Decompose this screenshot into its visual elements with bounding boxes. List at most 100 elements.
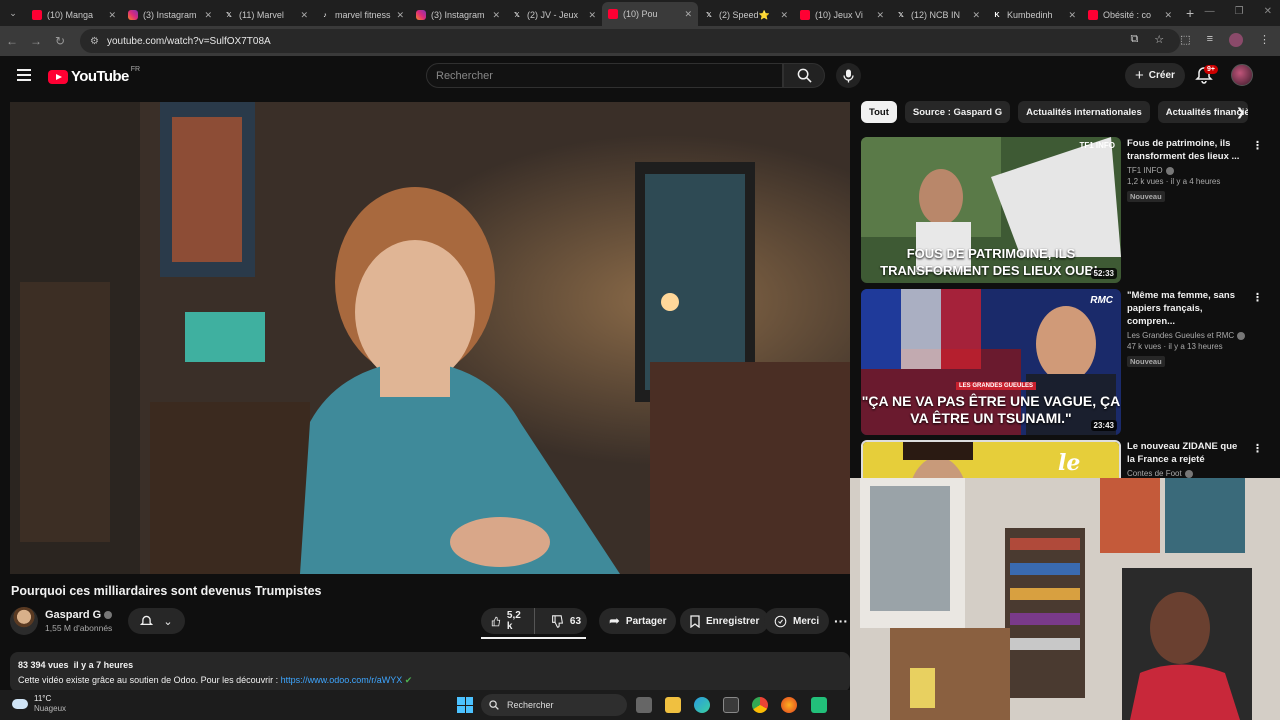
recommendation-title[interactable]: Le nouveau ZIDANE que la France a rejeté <box>1127 440 1247 466</box>
file-explorer-icon[interactable] <box>665 697 681 713</box>
close-tab-icon[interactable]: ✕ <box>396 10 404 21</box>
recommendation-title[interactable]: Fous de patrimoine, ils transforment des… <box>1127 137 1247 163</box>
task-view-icon[interactable] <box>636 697 652 713</box>
forward-icon[interactable]: → <box>24 34 48 48</box>
channel-name: Gaspard G <box>45 609 102 621</box>
thanks-button[interactable]: Merci <box>764 608 830 634</box>
taskbar-search[interactable]: Rechercher <box>481 694 627 716</box>
chrome-icon[interactable] <box>752 697 768 713</box>
filter-chip[interactable]: Tout <box>861 101 897 123</box>
browser-tab[interactable]: 𝕏 (12) NCB IN ✕ <box>890 4 986 26</box>
install-icon[interactable]: ⧉ <box>1130 33 1138 47</box>
temperature: 11°C <box>34 694 52 703</box>
filter-chip[interactable]: Actualités internationales <box>1018 101 1150 123</box>
close-window-icon[interactable]: ✕ <box>1264 6 1272 17</box>
filter-chip[interactable]: Source : Gaspard G <box>904 101 1011 123</box>
menu-icon[interactable] <box>17 69 31 81</box>
channel-avatar[interactable] <box>10 607 38 635</box>
recommendation-item[interactable]: RMC LES GRANDES GUEULES "ÇA NE VA PAS ÊT… <box>861 289 1271 435</box>
video-duration: 23:43 <box>1090 420 1117 431</box>
browser-tab[interactable]: 𝕏 (2) Speed⭐ ✕ <box>698 4 794 26</box>
weather-widget[interactable]: 11°C Nuageux <box>12 694 66 714</box>
edge-icon[interactable] <box>694 697 710 713</box>
media-control-icon[interactable]: ≡ <box>1207 33 1213 47</box>
filter-chip[interactable]: Actualités financiè <box>1157 101 1248 123</box>
address-bar[interactable]: ⚙ youtube.com/watch?v=SulfOX7T08A <box>80 29 1180 53</box>
browser-tab[interactable]: (10) Jeux Vi ✕ <box>794 4 890 26</box>
tiktok-icon: ♪ <box>323 11 327 19</box>
close-tab-icon[interactable]: ✕ <box>300 10 308 21</box>
description-box[interactable]: 83 394 vues il y a 7 heures Cette vidéo … <box>10 652 850 692</box>
chevron-right-icon[interactable]: ❯ <box>1236 106 1245 119</box>
browser-tab[interactable]: (3) Instagram ✕ <box>410 4 506 26</box>
new-tab-button[interactable]: + <box>1186 5 1194 21</box>
browser-tab[interactable]: 𝕏 (11) Marvel ✕ <box>218 4 314 26</box>
search-button[interactable] <box>783 63 825 88</box>
site-info-icon[interactable]: ⚙ <box>90 36 99 47</box>
tab-search-menu[interactable]: ⌄ <box>0 0 26 26</box>
voice-search-button[interactable] <box>836 63 861 88</box>
browser-tab[interactable]: ♪ marvel fitness ✕ <box>314 4 410 26</box>
minimize-icon[interactable]: — <box>1205 6 1215 17</box>
like-button[interactable]: 5,2 k <box>481 608 535 634</box>
subscription-bell-button[interactable]: ⌄ <box>128 608 185 634</box>
search-input[interactable]: Rechercher <box>426 63 783 88</box>
share-button[interactable]: ➦ Partager <box>599 608 677 634</box>
browser-tab[interactable]: K Kumbedinh ✕ <box>986 4 1082 26</box>
close-tab-icon[interactable]: ✕ <box>780 10 788 21</box>
more-options-icon[interactable]: ⋮ <box>1252 291 1263 304</box>
channel-name-block[interactable]: Gaspard G <box>45 609 113 621</box>
more-options-icon[interactable]: ⋮ <box>1252 139 1263 152</box>
recommendation-thumbnail[interactable]: le <box>861 440 1121 480</box>
instagram-icon <box>416 10 426 20</box>
browser-toolbar: ← → ↻ ⚙ youtube.com/watch?v=SulfOX7T08A … <box>0 26 1280 56</box>
store-icon[interactable] <box>723 697 739 713</box>
thumbnail-image <box>863 442 1119 480</box>
close-tab-icon[interactable]: ✕ <box>972 10 980 21</box>
browser-tab[interactable]: (10) Manga ✕ <box>26 4 122 26</box>
close-tab-icon[interactable]: ✕ <box>876 10 884 21</box>
recommendation-channel[interactable]: TF1 INFO <box>1127 166 1247 175</box>
windows-taskbar: 11°C Nuageux Rechercher <box>0 690 850 720</box>
recommendation-channel[interactable]: Contes de Foot <box>1127 469 1247 478</box>
description-link[interactable]: https://www.odoo.com/r/aWYX <box>281 675 403 685</box>
recommendation-info: "Même ma femme, sans papiers français, c… <box>1127 289 1247 369</box>
close-tab-icon[interactable]: ✕ <box>108 10 116 21</box>
recommendation-channel[interactable]: Les Grandes Gueules et RMC <box>1127 331 1247 340</box>
close-tab-icon[interactable]: ✕ <box>1164 10 1172 21</box>
chrome-menu-icon[interactable]: ⋮ <box>1259 33 1270 47</box>
close-tab-icon[interactable]: ✕ <box>684 9 692 20</box>
recommendation-thumbnail[interactable]: RMC LES GRANDES GUEULES "ÇA NE VA PAS ÊT… <box>861 289 1121 435</box>
recommendation-title[interactable]: "Même ma femme, sans papiers français, c… <box>1127 289 1247 328</box>
recommendation-item[interactable]: TF1 INFO FOUS DE PATRIMOINE, ILS TRANSFO… <box>861 137 1271 283</box>
video-player[interactable] <box>10 102 850 574</box>
dislike-button[interactable]: 63 <box>541 614 591 628</box>
browser-tab[interactable]: 𝕏 (2) JV - Jeux ✕ <box>506 4 602 26</box>
extensions-icon[interactable]: ⬚ <box>1180 33 1190 47</box>
youtube-logo[interactable]: YouTube FR <box>48 66 141 85</box>
region-code: FR <box>130 66 141 73</box>
windows-start-icon[interactable] <box>457 697 473 713</box>
bookmark-star-icon[interactable]: ☆ <box>1154 33 1164 47</box>
close-tab-icon[interactable]: ✕ <box>204 10 212 21</box>
maximize-icon[interactable]: ❐ <box>1235 6 1244 17</box>
save-button[interactable]: Enregistrer <box>680 608 770 634</box>
firefox-icon[interactable] <box>781 697 797 713</box>
back-icon[interactable]: ← <box>0 34 24 48</box>
browser-tab[interactable]: (10) Pou ✕ <box>602 2 698 26</box>
dislike-count: 63 <box>569 615 582 627</box>
recommendation-thumbnail[interactable]: TF1 INFO FOUS DE PATRIMOINE, ILS TRANSFO… <box>861 137 1121 283</box>
close-tab-icon[interactable]: ✕ <box>1068 10 1076 21</box>
create-button[interactable]: + Créer <box>1125 63 1185 88</box>
browser-tab[interactable]: (3) Instagram ✕ <box>122 4 218 26</box>
reload-icon[interactable]: ↻ <box>48 34 72 48</box>
close-tab-icon[interactable]: ✕ <box>492 10 500 21</box>
more-options-icon[interactable]: ⋮ <box>1252 442 1263 455</box>
bookmark-icon <box>690 614 700 628</box>
browser-tab[interactable]: Obésité : co ✕ <box>1082 4 1178 26</box>
profile-avatar[interactable] <box>1229 33 1243 47</box>
recommendation-item[interactable]: le Le nouveau ZIDANE que la France a rej… <box>861 440 1271 480</box>
close-tab-icon[interactable]: ✕ <box>588 10 596 21</box>
app-icon[interactable] <box>811 697 827 713</box>
account-avatar[interactable] <box>1231 64 1253 86</box>
